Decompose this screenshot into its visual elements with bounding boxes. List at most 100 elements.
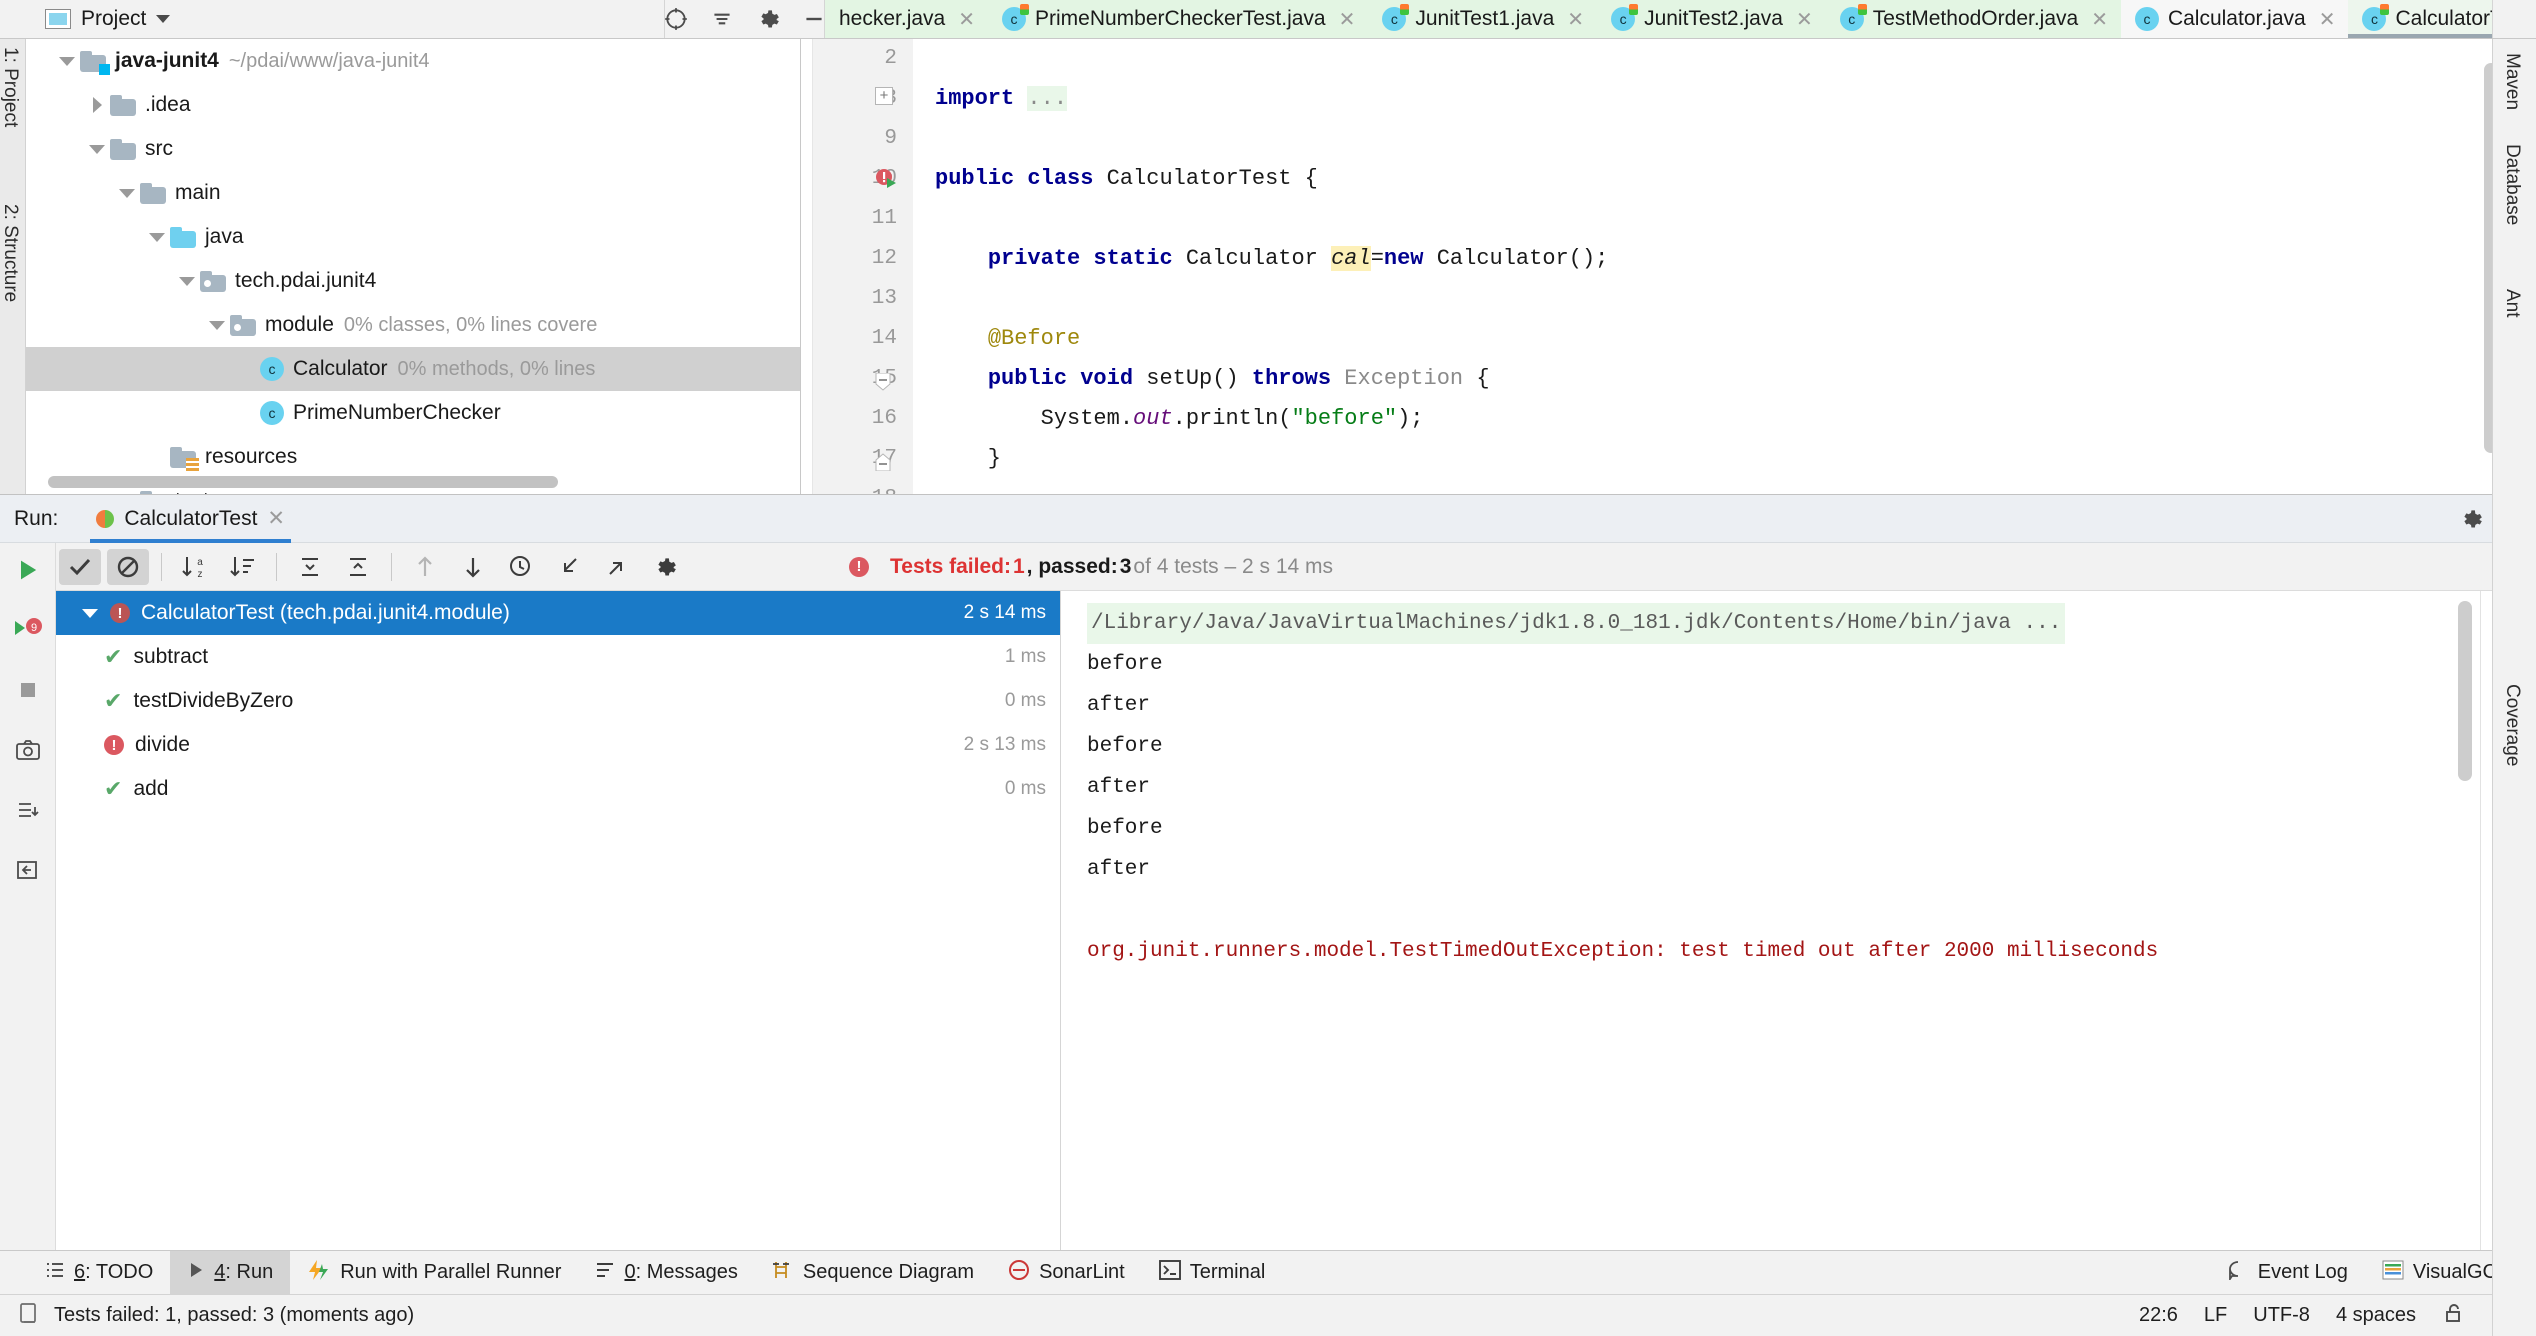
editor-tab-1[interactable]: c PrimeNumberCheckerTest.java ✕ [988,0,1368,38]
restore-layout-icon[interactable] [11,853,45,887]
gutter-line: 9 [813,119,913,159]
import-test-results-icon[interactable] [548,549,590,585]
editor-tab-6[interactable]: c CalculatorTest.java ✕ [2348,0,2492,38]
tree-item-label: src [145,137,173,161]
run-settings-gear-icon[interactable] [2454,502,2488,536]
project-panel-header[interactable]: Project [0,0,665,38]
toolwindow-maven-label[interactable]: Maven [2501,53,2523,110]
collapse-all-icon[interactable] [709,6,735,32]
bottom-tab-run[interactable]: 4: Run [170,1251,290,1295]
tree-item-primenumberchecker[interactable]: c PrimeNumberChecker [26,391,800,435]
tree-item-java-junit4[interactable]: java-junit4 ~/pdai/www/java-junit4 [26,39,800,83]
fold-expand-icon[interactable]: + [875,87,893,105]
tree-item-idea[interactable]: .idea [26,83,800,127]
sort-alphabetically-icon[interactable]: a z [174,549,216,585]
java-class-icon: c [2135,7,2159,31]
settings-gear-icon[interactable] [755,6,781,32]
bottom-tab-terminal[interactable]: Terminal [1142,1251,1283,1295]
prev-failed-test-icon[interactable] [404,549,446,585]
twisty-down-icon[interactable] [204,321,230,330]
twisty-down-icon[interactable] [114,189,140,198]
status-bar-icon[interactable] [18,1302,40,1330]
collapse-all-icon[interactable] [337,549,379,585]
test-row-add[interactable]: ✔ add 0 ms [56,767,1060,811]
twisty-down-icon[interactable] [144,233,170,242]
console-scrollbar[interactable] [2458,601,2472,781]
editor-tab-3[interactable]: c JunitTest2.java ✕ [1597,0,1826,38]
stop-icon[interactable] [11,673,45,707]
project-tree[interactable]: java-junit4 ~/pdai/www/java-junit4 .idea… [26,39,801,494]
bottom-tab-messages[interactable]: 0: Messages [578,1251,754,1295]
toolwindow-ant-label[interactable]: Ant [2501,289,2523,318]
bottom-tab-parallel-runner[interactable]: Run with Parallel Runner [290,1251,578,1295]
test-row-divide[interactable]: ! divide 2 s 13 ms [56,723,1060,767]
bottom-tab-sonarlint[interactable]: SonarLint [991,1251,1142,1295]
twisty-down-icon[interactable] [54,57,80,66]
test-class-icon: c [2362,7,2386,31]
tree-item-main-java[interactable]: java [26,215,800,259]
close-icon[interactable]: ✕ [2091,7,2108,32]
bottom-tab-event-log[interactable]: Event Log [2210,1251,2365,1295]
test-row-duration: 0 ms [1005,778,1060,800]
thread-dump-icon[interactable] [11,793,45,827]
twisty-down-icon[interactable] [84,145,110,154]
editor-tab-label: CalculatorTest.java [2395,7,2492,31]
test-row-label: testDivideByZero [133,689,293,713]
close-icon[interactable]: ✕ [1567,7,1584,32]
close-icon[interactable]: ✕ [2319,7,2336,32]
test-row-testdividebyzero[interactable]: ✔ testDivideByZero 0 ms [56,679,1060,723]
editor-gutter[interactable]: 2 3 + 9 10 11 12 13 14 15 [813,39,913,494]
test-settings-gear-icon[interactable] [644,549,686,585]
editor-tab-5[interactable]: c Calculator.java ✕ [2121,0,2349,38]
editor-tab-0[interactable]: hecker.java ✕ [825,0,988,38]
bottom-tab-sequence-diagram[interactable]: Sequence Diagram [755,1251,991,1295]
tree-item-main[interactable]: main [26,171,800,215]
close-icon[interactable]: ✕ [1339,7,1356,32]
tree-item-package-tech-pdai-junit4[interactable]: tech.pdai.junit4 [26,259,800,303]
show-passed-toggle[interactable] [59,549,101,585]
editor-tab-4[interactable]: c TestMethodOrder.java ✕ [1826,0,2121,38]
toolwindow-database-label[interactable]: Database [2501,144,2523,225]
hide-ignored-toggle[interactable] [107,549,149,585]
tree-item-package-module[interactable]: module 0% classes, 0% lines covere [26,303,800,347]
rerun-failed-tests-icon[interactable]: 9 [11,613,45,647]
toolwindow-project-label[interactable]: 1: Project [0,47,21,127]
tree-item-calculator[interactable]: c Calculator 0% methods, 0% lines [26,347,800,391]
test-history-icon[interactable] [500,549,542,585]
twisty-down-icon[interactable] [82,609,98,618]
sort-by-duration-icon[interactable] [222,549,264,585]
close-icon[interactable]: ✕ [958,7,975,32]
expand-all-icon[interactable] [289,549,331,585]
file-encoding[interactable]: UTF-8 [2253,1304,2310,1327]
editor-tab-2[interactable]: c JunitTest1.java ✕ [1368,0,1597,38]
chevron-down-icon[interactable] [156,15,170,23]
console-output[interactable]: /Library/Java/JavaVirtualMachines/jdk1.8… [1061,591,2480,1250]
indent-setting[interactable]: 4 spaces [2336,1304,2416,1327]
toolwindow-structure-label[interactable]: 2: Structure [0,204,21,302]
project-tree-hscrollbar[interactable] [48,476,688,488]
twisty-down-icon[interactable] [174,277,200,286]
test-row-subtract[interactable]: ✔ subtract 1 ms [56,635,1060,679]
line-separator[interactable]: LF [2204,1304,2227,1327]
test-results-tree[interactable]: ! CalculatorTest (tech.pdai.junit4.modul… [56,591,1061,1250]
locate-icon[interactable] [663,6,689,32]
toolwindow-coverage-label[interactable]: Coverage [2501,684,2523,766]
camera-icon[interactable] [11,733,45,767]
hide-panel-icon[interactable] [801,6,827,32]
tree-item-src[interactable]: src [26,127,800,171]
tree-item-resources[interactable]: resources [26,435,800,479]
code-editor[interactable]: 2 3 + 9 10 11 12 13 14 15 [801,39,2536,494]
bottom-tab-todo[interactable]: 6: TODO [28,1251,170,1295]
unlock-icon[interactable] [2442,1302,2464,1330]
caret-position[interactable]: 22:6 [2139,1304,2178,1327]
close-icon[interactable]: ✕ [267,506,285,531]
close-icon[interactable]: ✕ [1796,7,1813,32]
run-configuration-tab[interactable]: CalculatorTest ✕ [84,495,297,543]
code-text-area[interactable]: import ... public class CalculatorTest {… [913,39,2536,494]
next-failed-test-icon[interactable] [452,549,494,585]
rerun-icon[interactable] [11,553,45,587]
export-test-results-icon[interactable] [596,549,638,585]
twisty-right-icon[interactable] [84,97,110,113]
gutter-line: 10 [813,159,913,199]
test-row-root[interactable]: ! CalculatorTest (tech.pdai.junit4.modul… [56,591,1060,635]
